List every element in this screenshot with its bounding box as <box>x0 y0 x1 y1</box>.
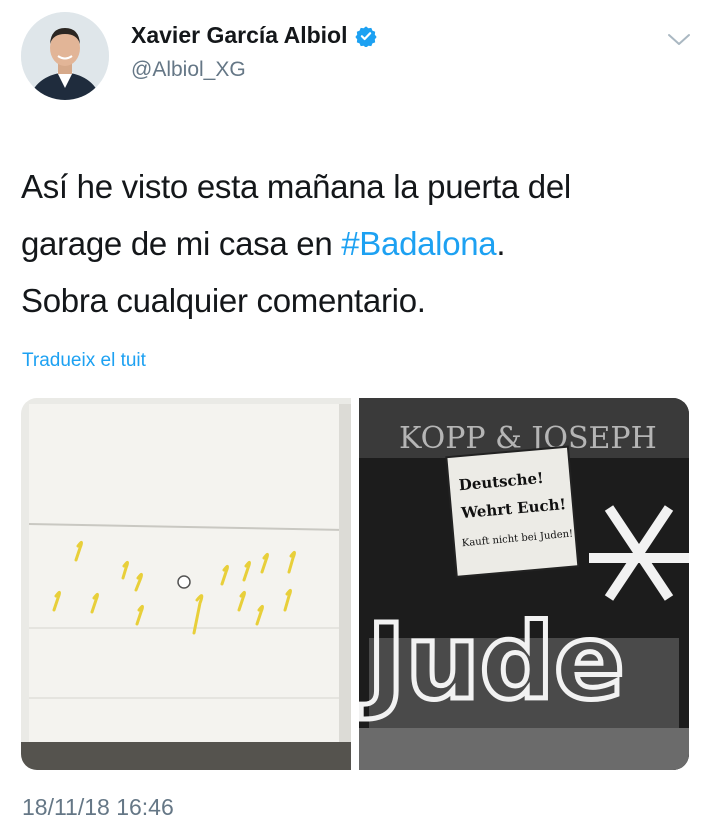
tweet-line-3: Sobra cualquier comentario. <box>21 282 426 319</box>
tweet-timestamp[interactable]: 18/11/18 16:46 <box>22 794 174 821</box>
tweet-line-2: garage de mi casa en #Badalona. <box>21 215 691 272</box>
verified-badge-icon <box>355 25 378 47</box>
translate-link[interactable]: Tradueix el tuit <box>22 350 146 372</box>
window-graffiti-text: Jude <box>361 601 625 723</box>
media-grid: KOPP & JOSEPH Deutsche! Wehrt Euch! Kauf… <box>21 398 689 770</box>
tweet-text: Así he visto esta mañana la puerta del g… <box>21 158 691 329</box>
author-handle[interactable]: @Albiol_XG <box>131 58 246 82</box>
avatar-image <box>21 12 109 100</box>
chevron-down-icon[interactable] <box>664 30 694 50</box>
author-name[interactable]: Xavier García Albiol <box>131 22 378 49</box>
media-image-historical-shop[interactable]: KOPP & JOSEPH Deutsche! Wehrt Euch! Kauf… <box>359 398 689 770</box>
tweet-line-1: Así he visto esta mañana la puerta del <box>21 168 571 205</box>
hashtag-link[interactable]: #Badalona <box>341 225 496 262</box>
tweet-line-2-text: garage de mi casa en <box>21 225 342 262</box>
media-image-garage[interactable] <box>21 398 351 770</box>
author-name-text[interactable]: Xavier García Albiol <box>131 22 347 49</box>
tweet-line-2-end: . <box>496 225 506 262</box>
avatar[interactable] <box>21 12 109 100</box>
